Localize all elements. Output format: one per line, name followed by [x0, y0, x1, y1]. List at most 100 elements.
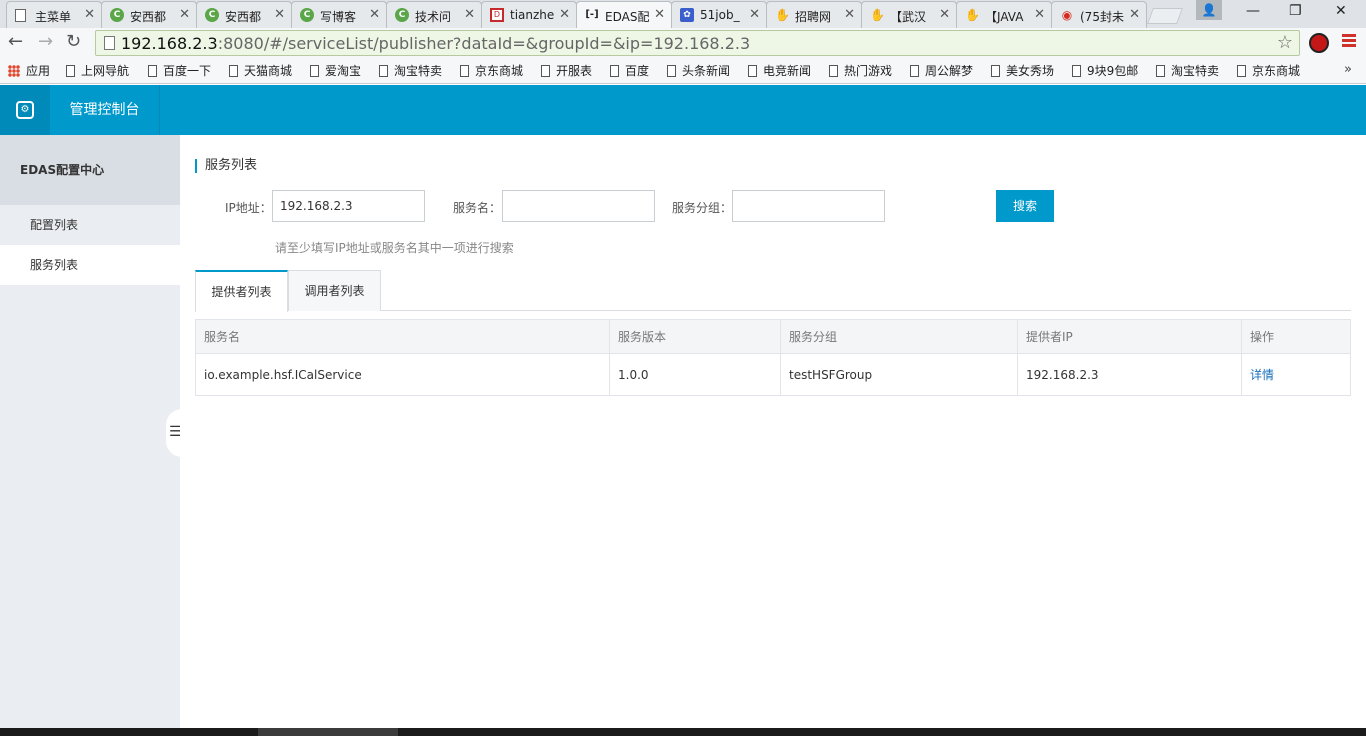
bookmark-item[interactable]: 爱淘宝 [310, 62, 361, 80]
address-bar[interactable]: 192.168.2.3:8080/#/serviceList/publisher… [95, 30, 1300, 56]
bookmarks-overflow-button[interactable]: » [1344, 62, 1352, 77]
browser-tab[interactable]: C 技术问 ✕ [386, 1, 482, 28]
window-close-icon[interactable]: ✕ [1335, 3, 1347, 19]
csdn-c-icon: C [110, 8, 124, 22]
browser-tab[interactable]: C 写博客 ✕ [291, 1, 387, 28]
minimize-icon[interactable]: — [1246, 3, 1260, 19]
browser-tab[interactable]: C 安西都 ✕ [196, 1, 292, 28]
bookmark-item[interactable]: 头条新闻 [667, 62, 730, 80]
browser-tab-title: 招聘网 [795, 10, 832, 24]
bookmark-item[interactable]: 美女秀场 [991, 62, 1054, 80]
browser-tab-title: 主菜单 [35, 10, 72, 24]
browser-tab[interactable]: ✋ 招聘网 ✕ [766, 1, 862, 28]
ip-label: IP地址： [225, 201, 272, 215]
bookmark-item[interactable]: 9块9包邮 [1072, 62, 1138, 80]
reload-icon[interactable]: ↻ [66, 31, 81, 53]
bookmark-item[interactable]: 周公解梦 [910, 62, 973, 80]
page-icon [460, 65, 469, 77]
close-icon[interactable]: ✕ [84, 7, 95, 22]
close-icon[interactable]: ✕ [274, 7, 285, 22]
ip-address-input[interactable]: 192.168.2.3 [272, 190, 425, 222]
taskbar-thumbnail[interactable] [258, 728, 398, 736]
hand-icon: ✋ [870, 8, 885, 22]
forward-icon[interactable]: → [38, 31, 53, 53]
bookmark-item[interactable]: 京东商城 [1237, 62, 1300, 80]
app-header: ⚙ 管理控制台 [0, 85, 1366, 135]
bookmark-apps[interactable]: 应用 [8, 62, 50, 80]
browser-tab-title: 51job_ [700, 8, 740, 22]
tab-consumers[interactable]: 调用者列表 [288, 270, 381, 311]
tab-providers[interactable]: 提供者列表 [195, 270, 288, 312]
page-icon [229, 65, 238, 77]
profile-icon[interactable]: 👤 [1196, 0, 1222, 20]
list-tabs: 提供者列表 调用者列表 [195, 270, 1351, 312]
sidebar: EDAS配置中心 配置列表 服务列表 [0, 135, 180, 728]
browser-tab[interactable]: ◉ (75封未 ✕ [1051, 1, 1147, 28]
bookmark-item[interactable]: 上网导航 [66, 62, 129, 80]
service-group-label: 服务分组： [672, 201, 733, 215]
close-icon[interactable]: ✕ [1034, 7, 1045, 22]
column-header-service-name: 服务名 [195, 319, 610, 354]
page-icon [1156, 65, 1165, 77]
bookmark-item[interactable]: 百度 [610, 62, 649, 80]
page-icon [910, 65, 919, 77]
close-icon[interactable]: ✕ [464, 7, 475, 22]
bookmark-item[interactable]: 天猫商城 [229, 62, 292, 80]
bookmark-item[interactable]: 淘宝特卖 [379, 62, 442, 80]
browser-tab-title: 【JAVA [985, 10, 1024, 24]
back-icon[interactable]: ← [8, 31, 23, 53]
details-link[interactable]: 详情 [1250, 368, 1274, 382]
browser-tab[interactable]: ✋ 【武汉 ✕ [861, 1, 957, 28]
browser-tab-active[interactable]: [-] EDAS配 ✕ [576, 1, 672, 29]
close-icon[interactable]: ✕ [559, 7, 570, 22]
console-title[interactable]: 管理控制台 [50, 85, 160, 135]
bookmarks-bar: 应用 上网导航 百度一下 天猫商城 爱淘宝 淘宝特卖 京东商城 开服表 百度 头… [0, 58, 1366, 84]
close-icon[interactable]: ✕ [844, 7, 855, 22]
csdn-c-icon: C [395, 8, 409, 22]
bookmark-item[interactable]: 开服表 [541, 62, 592, 80]
address-url: 192.168.2.3:8080/#/serviceList/publisher… [121, 34, 751, 53]
bookmark-item[interactable]: 热门游戏 [829, 62, 892, 80]
close-icon[interactable]: ✕ [749, 7, 760, 22]
page-icon [379, 65, 388, 77]
service-name-input[interactable] [502, 190, 655, 222]
page-icon [610, 65, 619, 77]
bookmark-star-icon[interactable]: ☆ [1277, 32, 1293, 53]
extension-icon[interactable] [1309, 33, 1329, 53]
console-logo-icon: ⚙ [16, 101, 34, 119]
bookmark-item[interactable]: 淘宝特卖 [1156, 62, 1219, 80]
column-header-actions: 操作 [1241, 319, 1351, 354]
browser-tab-title: EDAS配 [605, 10, 650, 24]
column-header-group: 服务分组 [780, 319, 1018, 354]
browser-tab-title: 安西都 [130, 10, 167, 24]
browser-tab[interactable]: ✿ 51job_ ✕ [671, 1, 767, 28]
browser-menu-icon[interactable] [1342, 34, 1356, 49]
close-icon[interactable]: ✕ [939, 7, 950, 22]
sidebar-item-config-list[interactable]: 配置列表 [0, 205, 180, 245]
browser-tab[interactable]: C 安西都 ✕ [101, 1, 197, 28]
close-icon[interactable]: ✕ [179, 7, 190, 22]
browser-tab[interactable]: D tianzhe ✕ [481, 1, 577, 28]
service-group-input[interactable] [732, 190, 885, 222]
browser-tab-title: (75封未 [1080, 10, 1124, 24]
bookmark-item[interactable]: 京东商城 [460, 62, 523, 80]
logo[interactable]: ⚙ [0, 85, 50, 135]
bookmark-item[interactable]: 百度一下 [148, 62, 211, 80]
search-button[interactable]: 搜索 [996, 190, 1054, 222]
cell-provider-ip: 192.168.2.3 [1017, 353, 1242, 396]
close-icon[interactable]: ✕ [1129, 7, 1140, 22]
new-tab-button[interactable] [1147, 8, 1183, 24]
restore-icon[interactable]: ❐ [1289, 3, 1302, 19]
os-taskbar [0, 728, 1366, 736]
weibo-icon: ◉ [1061, 8, 1073, 22]
browser-tab[interactable]: 主菜单 ✕ [6, 1, 102, 28]
close-icon[interactable]: ✕ [369, 7, 380, 22]
edas-icon: [-] [585, 9, 599, 20]
column-header-version: 服务版本 [609, 319, 781, 354]
sidebar-item-service-list[interactable]: 服务列表 [0, 245, 180, 285]
bookmark-item[interactable]: 电竞新闻 [748, 62, 811, 80]
close-icon[interactable]: ✕ [654, 7, 665, 22]
hand-icon: ✋ [965, 8, 980, 22]
apps-grid-icon [8, 65, 20, 77]
browser-tab[interactable]: ✋ 【JAVA ✕ [956, 1, 1052, 28]
